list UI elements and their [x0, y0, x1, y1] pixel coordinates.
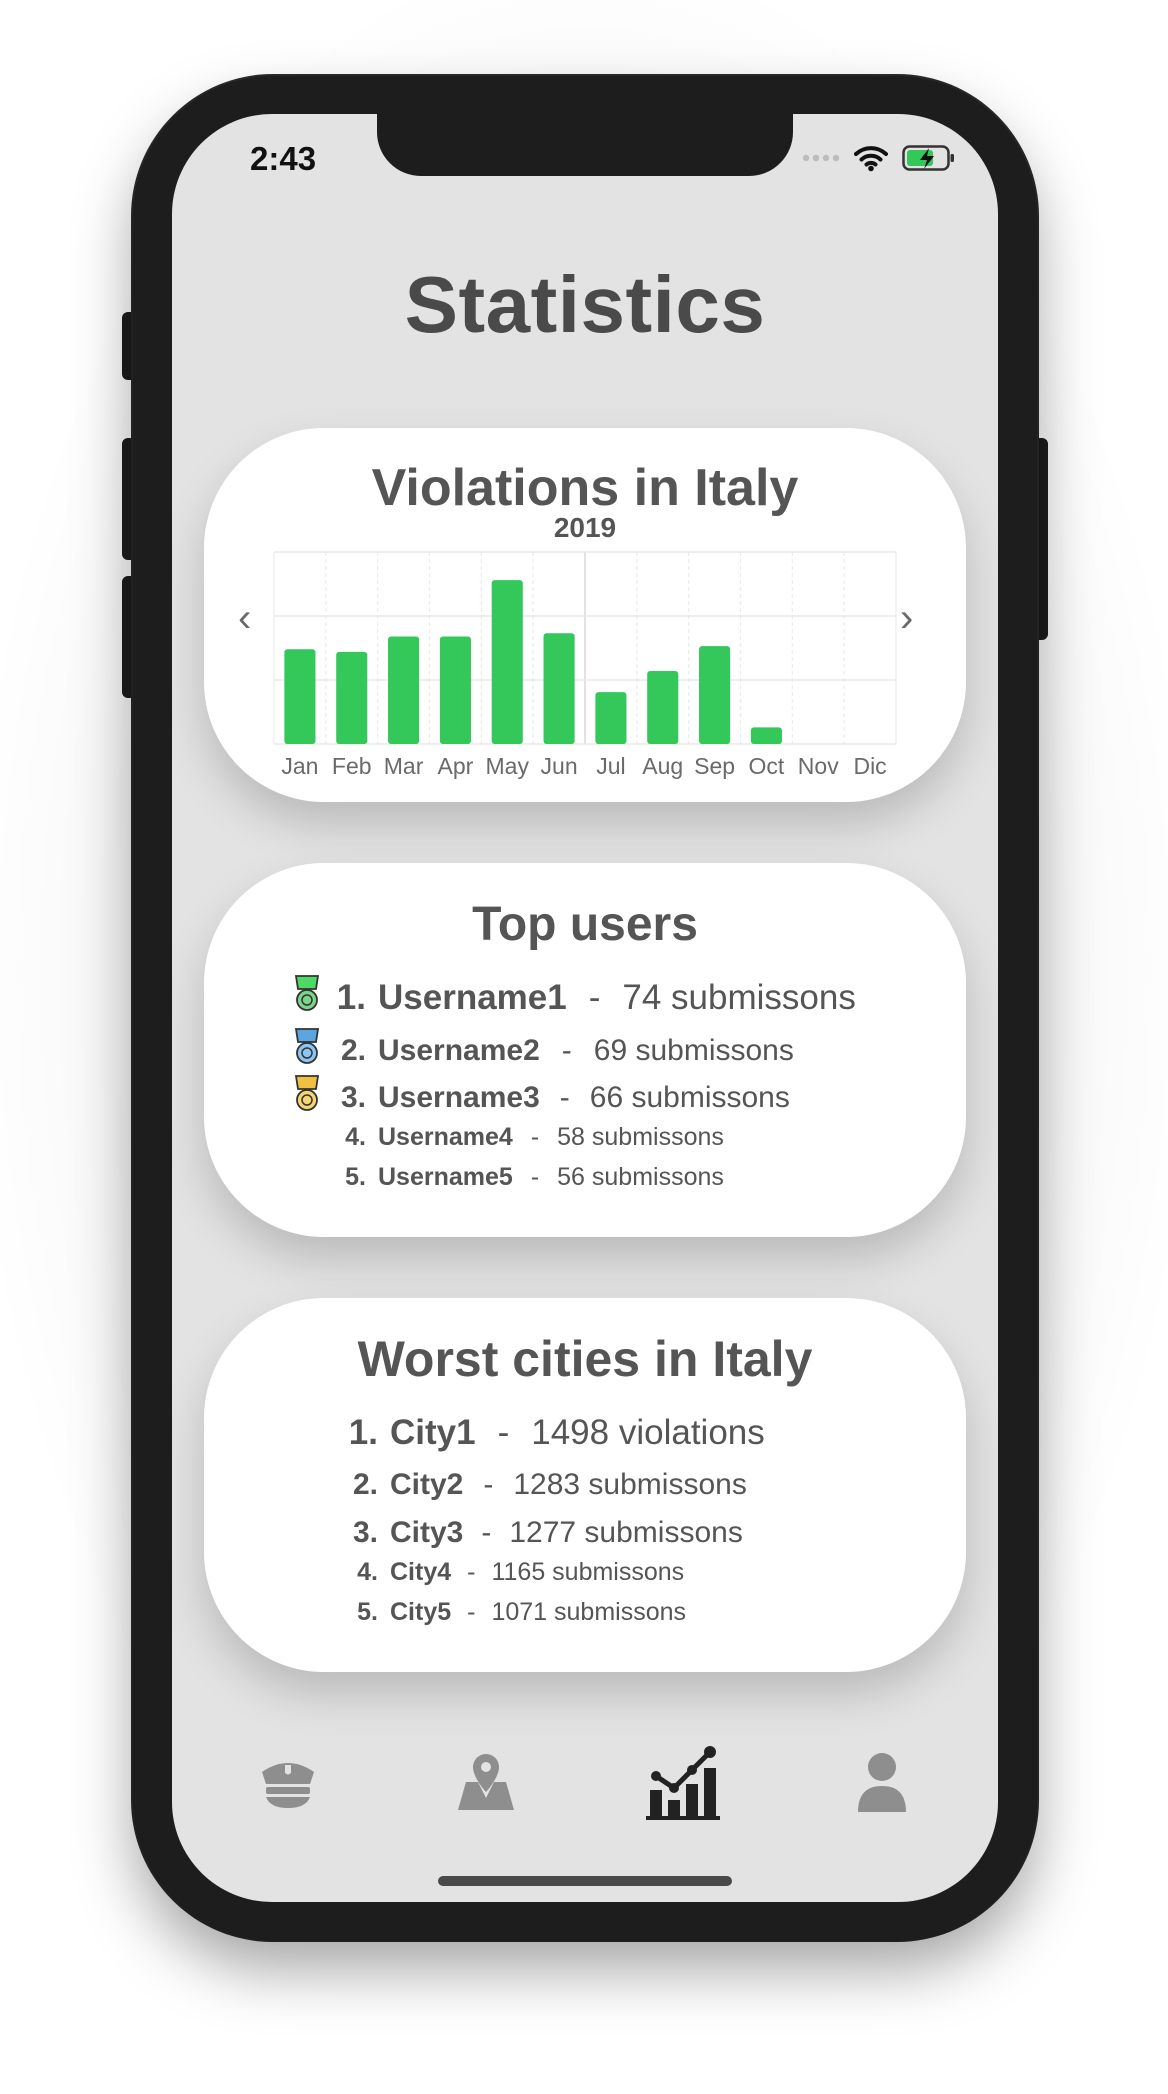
city-row: 3. City3-1277 submissons: [204, 1510, 966, 1556]
battery-charging-icon: [902, 145, 954, 171]
user-row: 1. Username1-74 submissons: [204, 973, 966, 1023]
city-separator: -: [467, 1597, 476, 1626]
city-row: 2. City2-1283 submissons: [204, 1460, 966, 1510]
user-rank: 3.: [340, 1081, 366, 1114]
chart-bar-sep: [699, 646, 731, 744]
city-value: 1498 violations: [531, 1413, 765, 1452]
user-name: Username4: [378, 1122, 513, 1151]
chart-bar-aug: [647, 671, 679, 744]
user-name: Username2: [378, 1034, 540, 1067]
page-title: Statistics: [404, 260, 766, 349]
user-row: 3. Username3-66 submissons: [204, 1075, 966, 1121]
city-rank: 1.: [348, 1413, 378, 1452]
city-separator: -: [481, 1516, 492, 1549]
city-row: 1. City1-1498 violations: [204, 1408, 966, 1458]
worst-cities-card: Worst cities in Italy 1. City1-1498 viola…: [204, 1298, 966, 1672]
user-value: 66 submissons: [589, 1081, 790, 1114]
chart-tick-label: Nov: [798, 753, 839, 779]
user-separator: -: [530, 1122, 540, 1151]
police-cap-icon: [262, 1763, 314, 1808]
user-row: 4. Username4-58 submissons: [204, 1119, 966, 1155]
chart-tick-label: Apr: [438, 753, 474, 779]
chart-tick-label: Aug: [642, 753, 683, 779]
chart-bar-jul: [595, 692, 627, 744]
chart-tick-label: Feb: [332, 753, 372, 779]
chart-tick-label: Jun: [541, 753, 578, 779]
home-indicator: [438, 1876, 732, 1886]
gold-medal-icon: [292, 1075, 332, 1121]
chart-bar-apr: [439, 636, 471, 744]
user-value: 74 submissons: [622, 978, 856, 1017]
chart-tick-label: Oct: [749, 753, 785, 779]
user-rank: 2.: [340, 1034, 366, 1067]
city-separator: -: [497, 1413, 510, 1452]
green-medal-icon: [292, 974, 332, 1022]
city-separator: -: [483, 1468, 494, 1501]
user-separator: -: [561, 1034, 572, 1067]
user-name: Username1: [378, 978, 567, 1017]
city-value: 1283 submissons: [513, 1468, 747, 1501]
tab-statistics[interactable]: [636, 1734, 732, 1830]
city-value: 1165 submissons: [491, 1557, 685, 1586]
city-name: City5: [390, 1597, 452, 1626]
chart-tick-label: Mar: [384, 753, 424, 779]
city-name: City2: [390, 1468, 464, 1501]
city-rank: 2.: [352, 1468, 378, 1501]
city-rank: 3.: [352, 1516, 378, 1549]
chart-tick-label: May: [486, 753, 530, 779]
city-row: 5. City5-1071 submissons: [204, 1594, 966, 1630]
chart-bar-jan: [284, 649, 316, 744]
user-name: Username3: [378, 1081, 540, 1114]
city-name: City4: [390, 1557, 452, 1586]
notch: [377, 114, 793, 176]
user-row: 5. Username5-56 submissons: [204, 1159, 966, 1195]
city-rank: 4.: [357, 1557, 378, 1586]
chart-bar-may: [491, 580, 523, 744]
user-value: 69 submissons: [593, 1034, 794, 1067]
city-rank: 5.: [357, 1597, 378, 1626]
map-pin-icon: [458, 1754, 514, 1810]
status-time: 2:43: [250, 140, 317, 177]
user-rank: 5.: [345, 1162, 366, 1191]
status-icons: [802, 144, 956, 172]
city-value: 1071 submissons: [491, 1597, 687, 1626]
chart-tick-label: Jan: [281, 753, 318, 779]
wifi-icon: [854, 146, 888, 172]
user-rank: 1.: [336, 978, 366, 1017]
tab-profile[interactable]: [834, 1734, 930, 1830]
stats-chart-icon: [646, 1746, 720, 1820]
top-users-title: Top users: [472, 898, 698, 951]
tab-map[interactable]: [438, 1734, 534, 1830]
user-row: 2. Username2-69 submissons: [204, 1026, 966, 1076]
top-users-card: Top users 1. Username1-74 submissons 2. Use…: [204, 863, 966, 1237]
chart-bar-jun: [543, 633, 575, 744]
user-name: Username5: [378, 1162, 513, 1191]
city-separator: -: [467, 1557, 476, 1586]
tab-bar: [172, 1734, 998, 1854]
violations-bar-chart: Jan Feb Mar Apr May Jun Jul Aug Sep Oct Nov Dic: [273, 551, 897, 779]
violations-chart-card: Violations in Italy 2019 ‹ › Jan Feb Mar Ap…: [204, 428, 966, 802]
user-separator: -: [530, 1162, 540, 1191]
user-separator: -: [588, 978, 601, 1017]
signal-dots-icon: [802, 154, 840, 162]
worst-cities-title: Worst cities in Italy: [357, 1331, 813, 1387]
chart-bar-feb: [336, 651, 368, 744]
chart-bar-oct: [750, 727, 782, 744]
chart-tick-label: Jul: [596, 753, 625, 779]
user-rank: 4.: [345, 1122, 366, 1151]
user-value: 58 submissons: [557, 1122, 724, 1151]
city-row: 4. City4-1165 submissons: [204, 1554, 966, 1590]
city-value: 1277 submissons: [509, 1516, 743, 1549]
phone-screen: 2:43 Statistics Violations in Italy 2019…: [172, 114, 998, 1902]
user-value: 56 submissons: [557, 1162, 724, 1191]
chart-tick-label: Sep: [694, 753, 735, 779]
user-separator: -: [559, 1081, 570, 1114]
blue-medal-icon: [292, 1028, 332, 1074]
user-profile-icon: [858, 1753, 906, 1812]
chart-bar-mar: [388, 636, 420, 744]
chart-tick-label: Dic: [853, 753, 886, 779]
city-name: City3: [390, 1516, 464, 1549]
tab-police[interactable]: [240, 1734, 336, 1830]
city-name: City1: [390, 1413, 476, 1452]
